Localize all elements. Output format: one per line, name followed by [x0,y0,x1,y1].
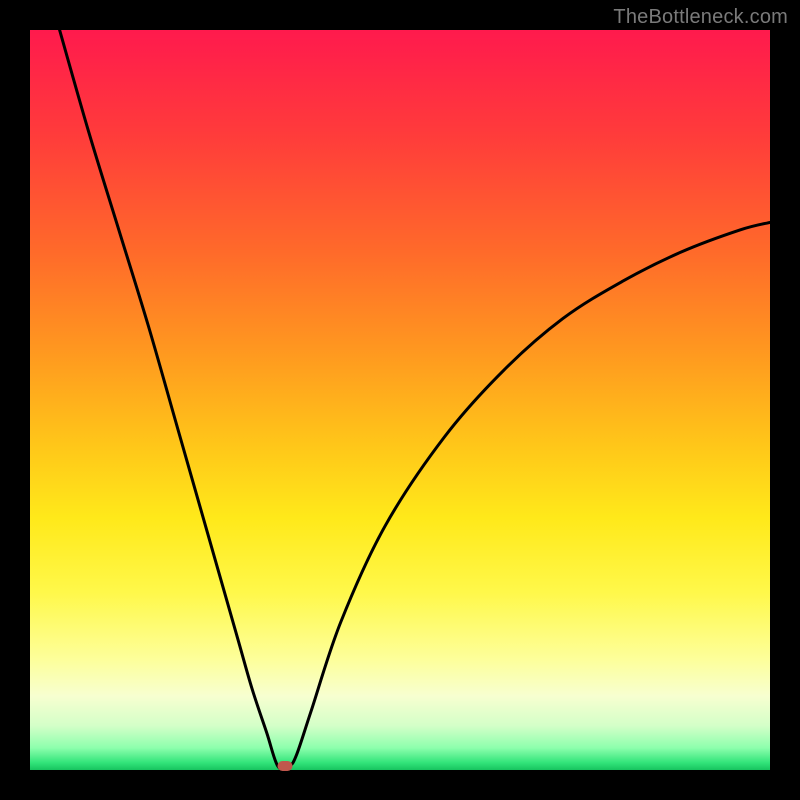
chart-plot-area [30,30,770,770]
bottleneck-curve [60,30,770,769]
optimal-point-marker [278,761,293,771]
chart-frame: TheBottleneck.com [0,0,800,800]
watermark-text: TheBottleneck.com [613,6,788,29]
curve-layer [30,30,770,770]
